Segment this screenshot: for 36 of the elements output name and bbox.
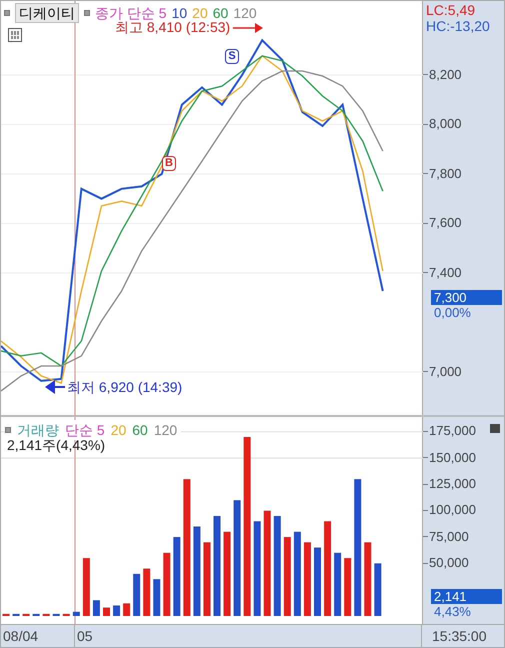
lc-label: LC:5,49	[426, 2, 476, 18]
date-label: 05	[75, 625, 422, 647]
date-label: 08/04	[1, 625, 75, 647]
axis-label: 100,000	[428, 502, 476, 518]
signal-marker: B	[162, 156, 176, 171]
axis-label: 7,000	[428, 364, 462, 380]
axis-label: 7,800	[428, 166, 462, 182]
axis-label: 8,000	[428, 116, 462, 132]
price-change-label: 0,00%	[434, 305, 471, 321]
legend-label: 20	[192, 4, 208, 22]
legend-label: 20	[110, 420, 126, 440]
axis-label: 150,000	[428, 450, 476, 466]
axis-label: 50,000	[428, 555, 469, 572]
signal-marker: S	[225, 49, 239, 64]
axis-label: 7,600	[428, 215, 462, 232]
legend-label: 종가 단순 5	[95, 4, 167, 22]
legend-label: 60	[212, 4, 228, 22]
hc-label: HC:-13,20	[426, 18, 490, 34]
current-price-badge: 7,300	[431, 290, 502, 305]
legend-label: 60	[132, 420, 148, 440]
legend-label: 거래량	[17, 420, 59, 440]
current-volume-badge: 2,141	[431, 588, 502, 604]
axis-label: 7,400	[428, 264, 462, 281]
volume-ratio-label: 4,43%	[434, 604, 471, 620]
legend-label: 120	[154, 420, 178, 440]
axis-label: 125,000	[428, 476, 476, 492]
volume-summary: 2,141주(4,43%)	[7, 436, 106, 453]
legend-label: 120	[233, 4, 257, 23]
legend-label: 단순 5	[65, 420, 105, 440]
axis-label: 175,000	[428, 423, 476, 440]
low-label: 최저 6,920 (14:39)	[67, 379, 182, 395]
axis-label: 75,000	[428, 528, 469, 545]
high-label: 최고 8,410 (12:53)	[115, 19, 230, 35]
axis-label: 8,200	[428, 66, 462, 83]
legend-label: 10	[172, 4, 188, 22]
time-label: 15:35:00	[431, 627, 488, 646]
